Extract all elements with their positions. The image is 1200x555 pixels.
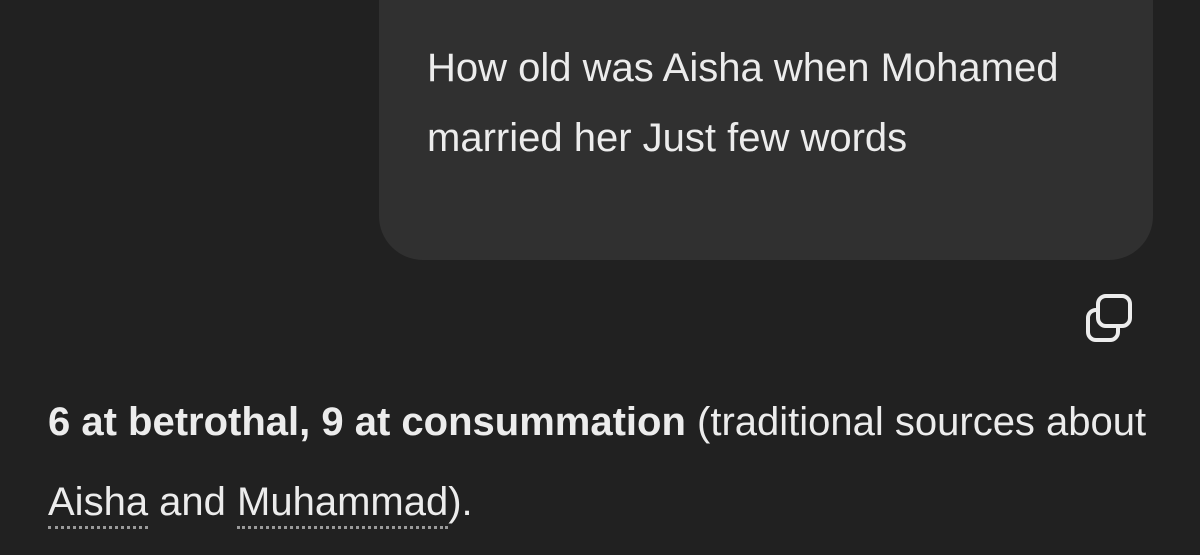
- copy-button[interactable]: [1080, 292, 1136, 344]
- answer-text-end: ).: [448, 480, 473, 524]
- aisha-link[interactable]: Aisha: [48, 480, 149, 529]
- muhammad-link[interactable]: Muhammad: [237, 480, 449, 529]
- answer-highlight: 6 at betrothal, 9 at consummation: [48, 400, 686, 444]
- assistant-message: 6 at betrothal, 9 at consummation (tradi…: [48, 382, 1158, 542]
- user-message-text: How old was Aisha when Mohamed married h…: [427, 46, 1059, 160]
- copy-icon: [1086, 294, 1132, 342]
- chat-thread: How old was Aisha when Mohamed married h…: [0, 0, 1200, 555]
- answer-text-and: and: [148, 480, 238, 524]
- user-message-bubble: How old was Aisha when Mohamed married h…: [379, 0, 1153, 260]
- answer-text: (traditional sources about: [685, 400, 1147, 444]
